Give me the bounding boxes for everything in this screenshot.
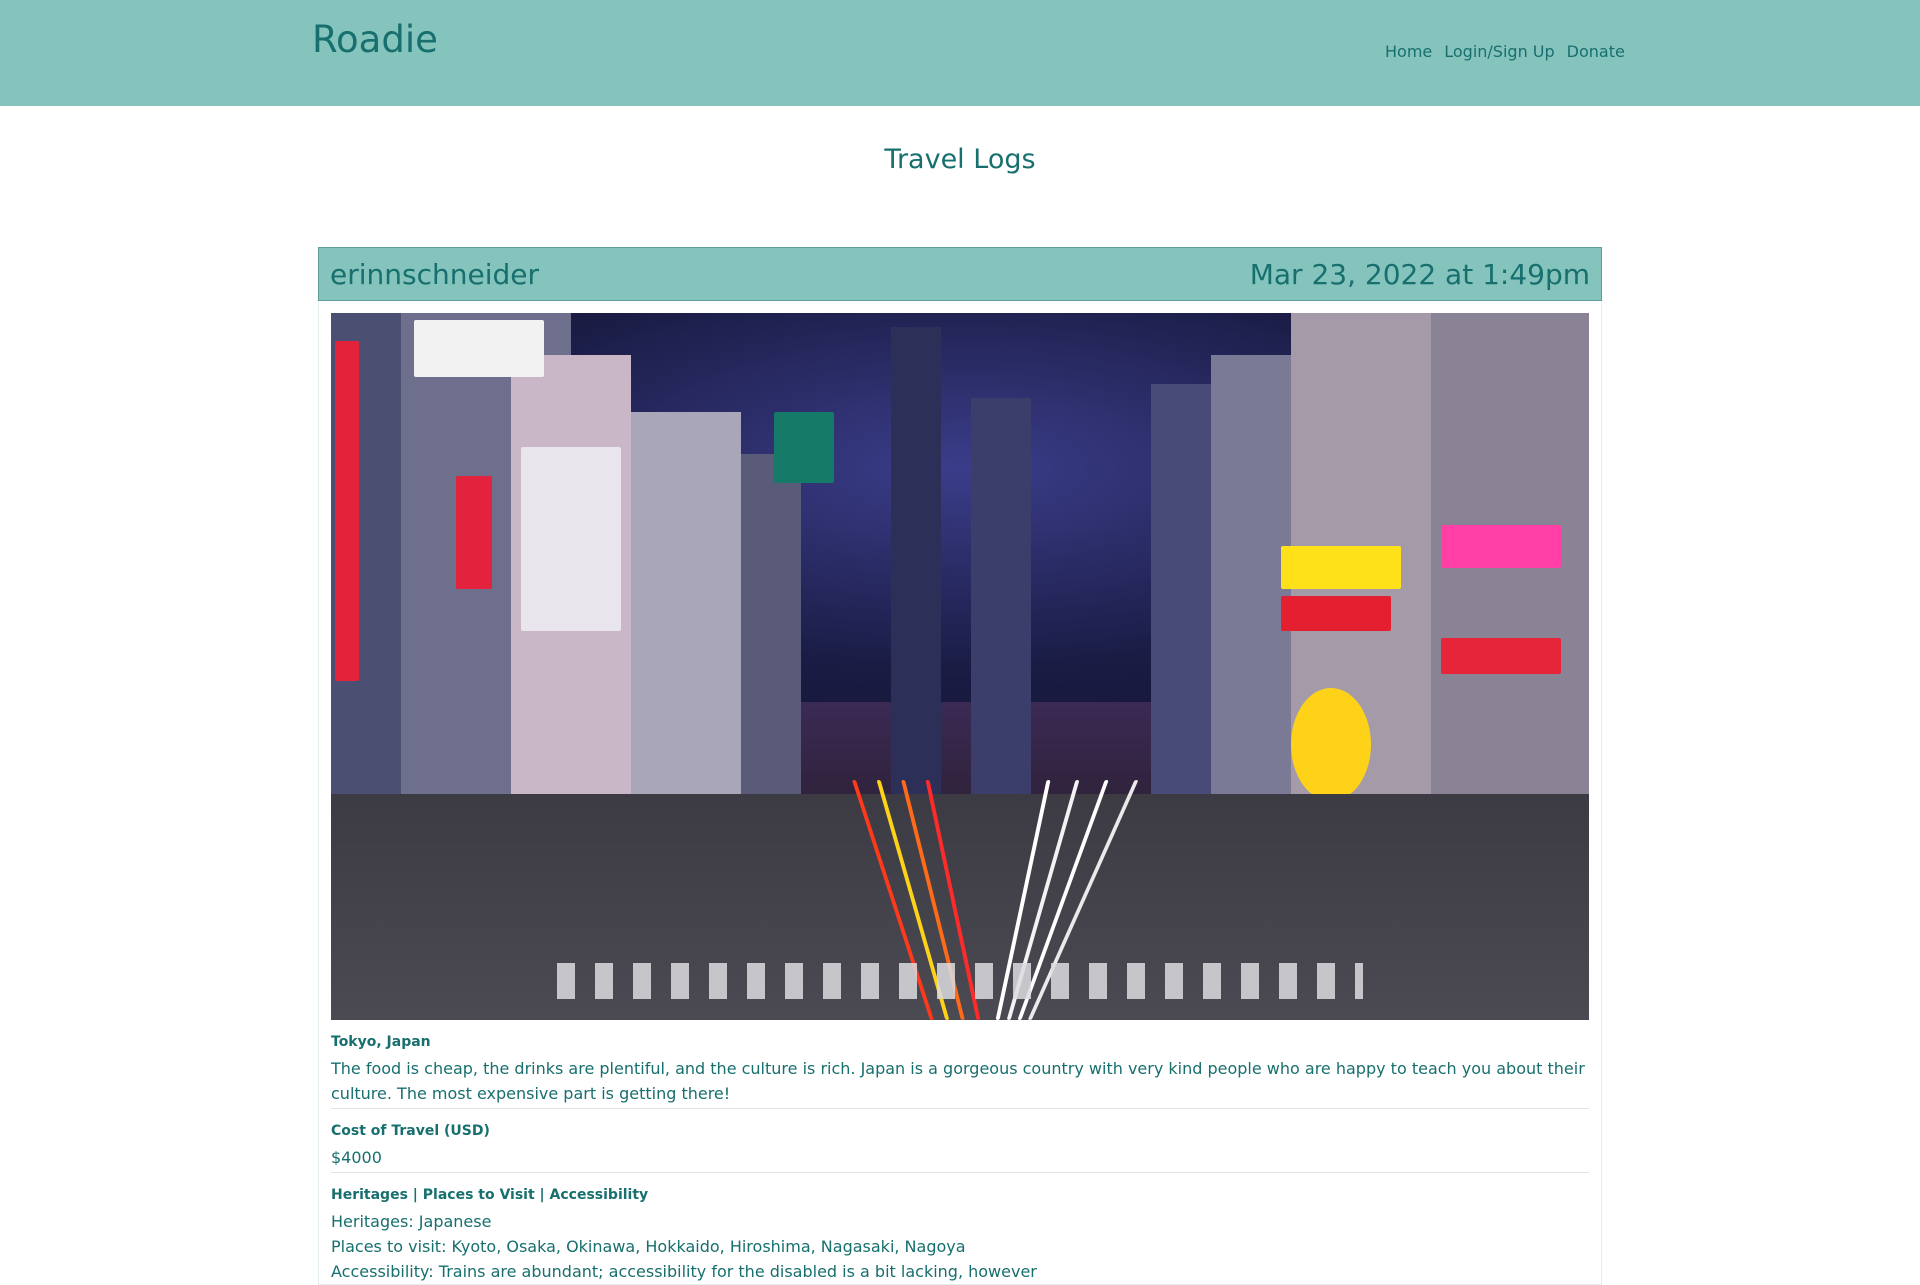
cost-value: $4000 <box>331 1148 382 1167</box>
brand-logo[interactable]: Roadie <box>312 18 438 61</box>
page-title: Travel Logs <box>884 144 1036 175</box>
log-timestamp: Mar 23, 2022 at 1:49pm <box>1249 257 1590 291</box>
card-body: Tokyo, Japan The food is cheap, the drin… <box>319 301 1601 1284</box>
cost-label: Cost of Travel (USD) <box>331 1123 490 1139</box>
travel-log-card: erinnschneider Mar 23, 2022 at 1:49pm To… <box>318 247 1602 1285</box>
divider <box>331 1108 1589 1109</box>
accessibility-text: Accessibility: Trains are abundant; acce… <box>331 1262 1037 1281</box>
navbar: Roadie Home Login/Sign Up Donate <box>0 0 1920 106</box>
nav-home-link[interactable]: Home <box>1385 42 1432 61</box>
log-username: erinnschneider <box>330 257 540 291</box>
details-label: Heritages | Places to Visit | Accessibil… <box>331 1187 649 1203</box>
divider <box>331 1172 1589 1173</box>
card-header: erinnschneider Mar 23, 2022 at 1:49pm <box>318 247 1602 301</box>
travel-photo <box>331 313 1589 1020</box>
nav-login-link[interactable]: Login/Sign Up <box>1444 42 1554 61</box>
heritages-text: Heritages: Japanese <box>331 1212 492 1231</box>
nav-donate-link[interactable]: Donate <box>1567 42 1625 61</box>
places-text: Places to visit: Kyoto, Osaka, Okinawa, … <box>331 1237 966 1256</box>
log-location: Tokyo, Japan <box>331 1034 431 1050</box>
nav-links: Home Login/Sign Up Donate <box>1385 42 1625 61</box>
log-description: The food is cheap, the drinks are plenti… <box>331 1059 1585 1103</box>
